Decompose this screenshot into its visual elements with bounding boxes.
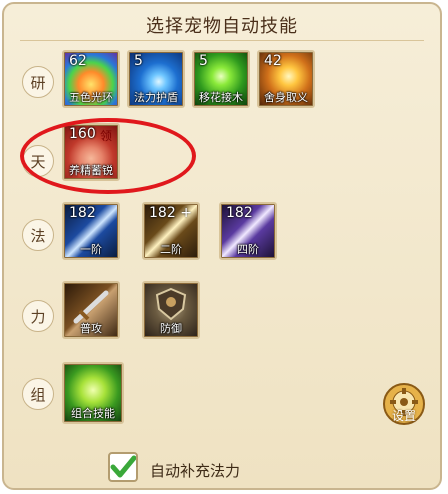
- skill-select-panel: 选择宠物自动技能 研 天 法 力 组 62 五色光环 5 法力护盾 5 移花接木…: [2, 2, 442, 490]
- skill-count: 5: [199, 53, 208, 69]
- settings-button[interactable]: 设置: [382, 382, 426, 426]
- skill-tier-two[interactable]: 182 + 二阶: [142, 202, 200, 260]
- shield-icon: [155, 287, 187, 321]
- skill-defend[interactable]: 防御: [142, 281, 200, 339]
- skill-label: 防御: [160, 322, 182, 335]
- skill-recuperate[interactable]: 160 领 养精蓄锐: [62, 123, 120, 181]
- skill-tier-one[interactable]: 182 一阶: [62, 202, 120, 260]
- row-tag-innate: 天: [22, 145, 54, 177]
- skill-tier-four[interactable]: 182 四阶: [219, 202, 277, 260]
- skill-count: 5: [134, 53, 143, 69]
- skill-count: 182: [226, 205, 253, 221]
- skill-five-color-halo[interactable]: 62 五色光环: [62, 50, 120, 108]
- skill-mana-shield[interactable]: 5 法力护盾: [127, 50, 185, 108]
- skill-label: 移花接木: [199, 91, 243, 104]
- skill-plus: +: [180, 205, 192, 221]
- skill-count: 182: [149, 205, 176, 221]
- skill-self-sacrifice[interactable]: 42 舍身取义: [257, 50, 315, 108]
- skill-label: 法力护盾: [134, 91, 178, 104]
- settings-label: 设置: [391, 409, 416, 423]
- title-divider: [20, 40, 424, 41]
- skill-label: 五色光环: [69, 91, 113, 104]
- skill-label: 组合技能: [71, 407, 115, 420]
- checkmark-icon: [110, 455, 137, 478]
- row-tag-physical: 力: [22, 300, 54, 332]
- row-tag-research: 研: [22, 66, 54, 98]
- auto-refill-label[interactable]: 自动补充法力: [150, 460, 240, 481]
- skill-label: 普攻: [80, 322, 102, 335]
- skill-transplant[interactable]: 5 移花接木: [192, 50, 250, 108]
- skill-claim-mark: 领: [99, 129, 112, 143]
- skill-normal-attack[interactable]: 普攻: [62, 281, 120, 339]
- panel-title: 选择宠物自动技能: [146, 16, 298, 37]
- row-tag-combo: 组: [22, 378, 54, 410]
- skill-count: 182: [69, 205, 96, 221]
- skill-count: 160: [69, 126, 96, 142]
- auto-refill-checkbox[interactable]: [108, 452, 138, 482]
- skill-count: 42: [264, 53, 282, 69]
- skill-label: 二阶: [160, 243, 182, 256]
- skill-label: 养精蓄锐: [69, 164, 113, 177]
- skill-label: 四阶: [237, 243, 259, 256]
- skill-label: 一阶: [80, 243, 102, 256]
- row-tag-magic: 法: [22, 219, 54, 251]
- skill-combo[interactable]: 组合技能: [62, 362, 124, 424]
- skill-count: 62: [69, 53, 87, 69]
- skill-label: 舍身取义: [264, 91, 308, 104]
